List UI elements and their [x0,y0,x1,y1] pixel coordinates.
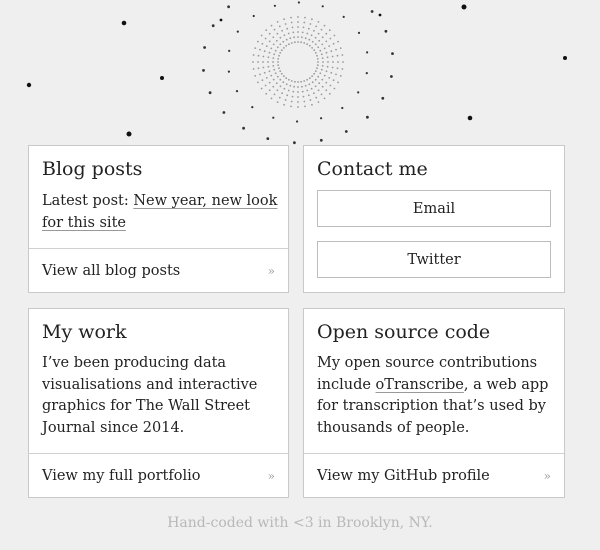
blog-posts-card: Blog posts Latest post: New year, new lo… [28,145,289,293]
view-portfolio-link[interactable]: View my full portfolio » [29,453,288,497]
open-source-title: Open source code [317,321,491,343]
twitter-button[interactable]: Twitter [317,241,551,278]
my-work-card: My work I’ve been producing data visuali… [28,308,289,498]
open-source-card: Open source code My open source contribu… [303,308,565,498]
starburst-decoration [26,1,567,145]
otranscribe-link[interactable]: oTranscribe [376,377,464,393]
chevron-right-icon: » [267,469,275,483]
view-portfolio-label: View my full portfolio [42,468,201,484]
latest-post-text: Latest post: New year, new look for this… [42,191,278,234]
my-work-title: My work [42,321,127,343]
footer-tagline: Hand-coded with <3 in Brooklyn, NY. [167,515,433,531]
view-all-blog-posts-link[interactable]: View all blog posts » [29,248,288,292]
latest-post-prefix: Latest post: [42,193,134,209]
chevron-right-icon: » [267,264,275,278]
view-all-blog-posts-label: View all blog posts [42,263,181,279]
open-source-body: My open source contributions include oTr… [317,353,554,439]
scattered-stars [26,4,567,137]
chevron-right-icon: » [543,469,551,483]
contact-title: Contact me [317,158,428,180]
email-button[interactable]: Email [317,190,551,227]
my-work-body: I’ve been producing data visualisations … [42,355,258,436]
view-github-label: View my GitHub profile [317,468,490,484]
sunburst-dots-icon [202,1,394,145]
blog-posts-title: Blog posts [42,158,143,180]
view-github-link[interactable]: View my GitHub profile » [304,453,564,497]
contact-card: Contact me Email Twitter [303,145,565,293]
